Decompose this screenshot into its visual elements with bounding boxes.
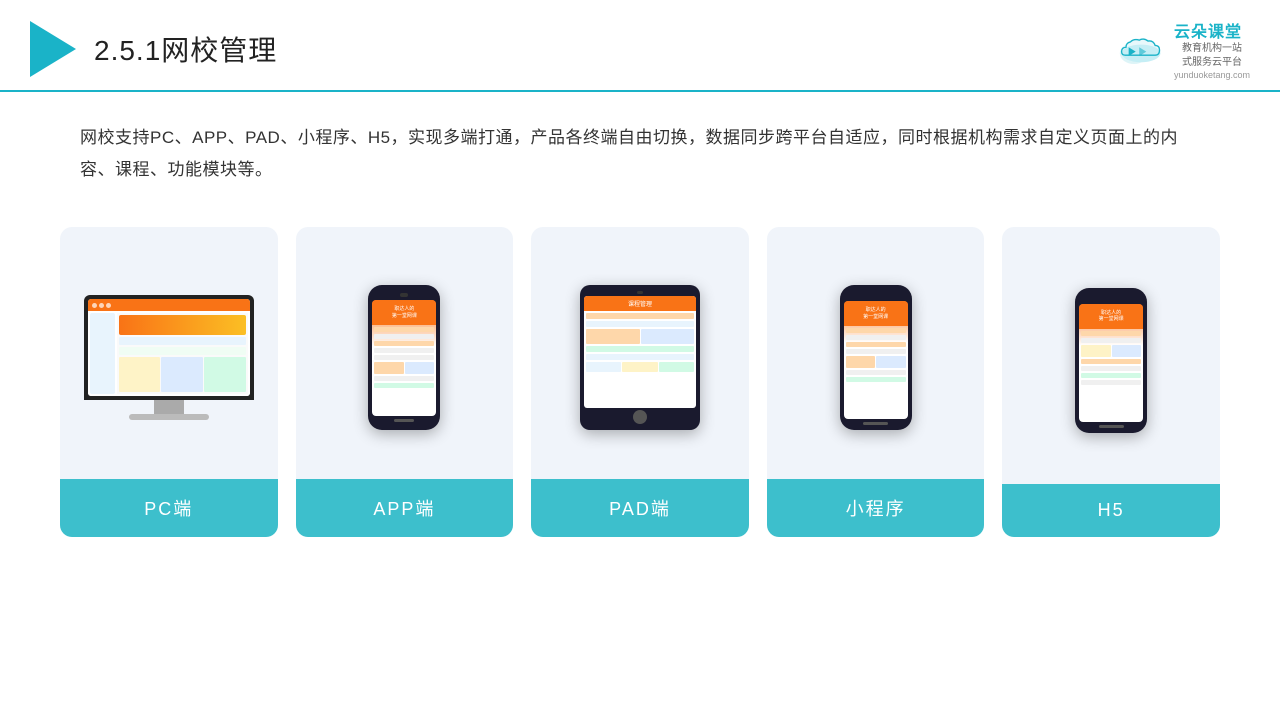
- notch-phone-mock-mini: 职达人的第一堂网课: [840, 285, 912, 430]
- pc-device-mock: [84, 295, 254, 420]
- pad-image-area: 课程管理: [531, 227, 749, 479]
- brand-icon: 云朵课堂 教育机构一站 式服务云平台 yunduoketang.com: [1114, 18, 1250, 80]
- pc-image-area: [60, 227, 278, 479]
- card-label-app: APP端: [296, 479, 514, 537]
- brand-sub-text: 教育机构一站 式服务云平台: [1174, 42, 1250, 70]
- card-pad: 课程管理: [531, 227, 749, 537]
- header: 2.5.1网校管理 云朵课堂 教育机构一站: [0, 0, 1280, 92]
- brand-name-text: 云朵课堂 教育机构一站 式服务云平台 yunduoketang.com: [1174, 18, 1250, 80]
- app-image-area: 职达人的第一堂网课: [296, 227, 514, 479]
- notch-phone-mock-h5: 职达人的第一堂网课: [1075, 288, 1147, 433]
- description-text: 网校支持PC、APP、PAD、小程序、H5，实现多端打通，产品各终端自由切换，数…: [0, 92, 1280, 207]
- card-pc: PC端: [60, 227, 278, 537]
- pad-device-mock: 课程管理: [580, 285, 700, 430]
- mini-image-area: 职达人的第一堂网课: [767, 227, 985, 479]
- card-label-mini: 小程序: [767, 479, 985, 537]
- brand-url-text: yunduoketang.com: [1174, 70, 1250, 80]
- card-label-pad: PAD端: [531, 479, 749, 537]
- brand-logo: 云朵课堂 教育机构一站 式服务云平台 yunduoketang.com: [1114, 18, 1250, 80]
- card-label-pc: PC端: [60, 479, 278, 537]
- logo-triangle-icon: [30, 21, 76, 77]
- card-h5: 职达人的第一堂网课: [1002, 227, 1220, 537]
- card-app: 职达人的第一堂网课: [296, 227, 514, 537]
- page-title: 2.5.1网校管理: [94, 29, 277, 69]
- h5-image-area: 职达人的第一堂网课: [1002, 227, 1220, 484]
- phone-device-mock: 职达人的第一堂网课: [368, 285, 440, 430]
- header-left: 2.5.1网校管理: [30, 21, 277, 77]
- cloud-icon: [1114, 34, 1168, 64]
- card-label-h5: H5: [1002, 484, 1220, 537]
- card-mini: 职达人的第一堂网课: [767, 227, 985, 537]
- cards-container: PC端 职达人的第一堂网课: [0, 207, 1280, 557]
